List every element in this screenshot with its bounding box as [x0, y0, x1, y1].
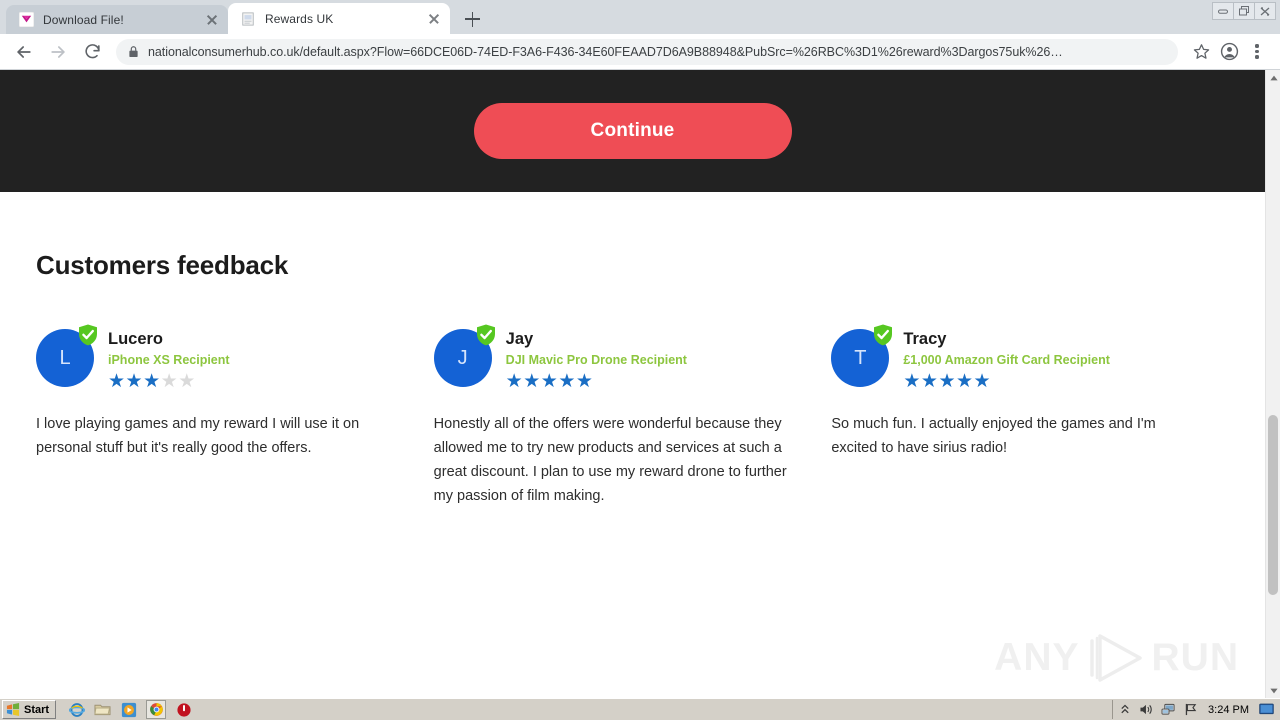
quick-launch-bar [62, 700, 192, 719]
bookmark-star-icon[interactable] [1188, 39, 1214, 65]
window-controls [1212, 2, 1276, 20]
testimonial-card: T Tracy £1,000 Amazon Gift Card Recipien… [831, 324, 1229, 508]
start-label: Start [24, 703, 50, 716]
verified-shield-icon [476, 324, 495, 346]
review-text: I love playing games and my reward I wil… [36, 415, 360, 456]
profile-avatar-icon[interactable] [1216, 39, 1242, 65]
reviewer-name: Lucero [108, 330, 164, 348]
page-viewport: Continue Customers feedback L Lucero iPh… [0, 70, 1280, 698]
reviewer-name: Tracy [903, 330, 947, 348]
page-title: Customers feedback [36, 250, 289, 280]
cta-band: Continue [0, 70, 1265, 192]
scroll-up-arrow-icon[interactable] [1266, 70, 1280, 85]
reload-icon[interactable] [78, 38, 106, 66]
play-triangle-icon [1089, 634, 1142, 682]
back-arrow-icon[interactable] [10, 38, 38, 66]
feedback-section: Customers feedback L Lucero iPhone XS Re… [0, 192, 1265, 508]
testimonial-header: T Tracy £1,000 Amazon Gift Card Recipien… [831, 324, 1187, 391]
windows-flag-icon [6, 703, 20, 716]
shutdown-icon[interactable] [175, 701, 192, 718]
rating-stars: ★★★★★ [505, 370, 594, 392]
magenta-chevron-icon [18, 12, 34, 28]
reviewer-role: £1,000 Amazon Gift Card Recipient [903, 352, 1110, 367]
generic-page-icon [240, 11, 256, 27]
media-player-icon[interactable] [120, 701, 137, 718]
taskbar-clock[interactable]: 3:24 PM [1205, 704, 1252, 716]
internet-explorer-icon[interactable] [68, 701, 85, 718]
system-tray: 3:24 PM [1112, 700, 1278, 719]
forward-arrow-icon[interactable] [44, 38, 72, 66]
rating-stars: ★★★★★ [108, 370, 196, 392]
new-tab-button[interactable] [458, 5, 486, 33]
url-text: nationalconsumerhub.co.uk/default.aspx?F… [148, 44, 1063, 59]
flag-icon[interactable] [1183, 703, 1198, 717]
reviewer-name: Jay [505, 330, 534, 348]
testimonial-header: J Jay DJI Mavic Pro Drone Recipient ★★★★… [433, 324, 790, 391]
padlock-icon [128, 45, 139, 58]
start-button[interactable]: Start [2, 700, 57, 719]
watermark-text-right: RUN [1151, 636, 1239, 679]
avatar: L [36, 324, 97, 387]
browser-toolbar: nationalconsumerhub.co.uk/default.aspx?F… [0, 34, 1280, 70]
tab-title: Rewards UK [265, 11, 334, 26]
testimonial-meta: Lucero iPhone XS Recipient ★★★★★ [108, 329, 230, 391]
volume-icon[interactable] [1139, 703, 1154, 717]
page-content: Continue Customers feedback L Lucero iPh… [0, 70, 1265, 698]
chrome-icon[interactable] [146, 700, 167, 719]
show-desktop-icon[interactable] [1259, 703, 1274, 717]
avatar: J [433, 324, 495, 387]
restore-button[interactable] [1233, 2, 1255, 20]
scroll-down-arrow-icon[interactable] [1266, 683, 1280, 698]
watermark-text-left: ANY [994, 636, 1080, 679]
tab-strip: Download File! Rewards UK [0, 0, 1280, 34]
network-icon[interactable] [1161, 703, 1176, 717]
testimonial-meta: Tracy £1,000 Amazon Gift Card Recipient … [903, 329, 1110, 391]
page-scrollbar[interactable] [1265, 70, 1280, 698]
close-icon[interactable] [426, 11, 442, 27]
scrollbar-track[interactable] [1266, 85, 1280, 683]
address-bar[interactable]: nationalconsumerhub.co.uk/default.aspx?F… [116, 38, 1178, 65]
reviewer-role: DJI Mavic Pro Drone Recipient [505, 352, 687, 367]
verified-shield-icon [79, 324, 97, 346]
reviewer-role: iPhone XS Recipient [108, 352, 230, 367]
review-text: So much fun. I actually enjoyed the game… [831, 415, 1156, 456]
avatar: T [831, 324, 893, 387]
review-text: Honestly all of the offers were wonderfu… [433, 415, 787, 504]
minimize-button[interactable] [1212, 2, 1234, 20]
continue-button[interactable]: Continue [473, 103, 792, 159]
browser-tab-rewards-uk[interactable]: Rewards UK [228, 3, 450, 34]
testimonial-card: J Jay DJI Mavic Pro Drone Recipient ★★★★… [433, 324, 832, 508]
testimonial-header: L Lucero iPhone XS Recipient ★★★★★ [36, 324, 392, 391]
testimonial-list: L Lucero iPhone XS Recipient ★★★★★ I lov… [36, 324, 1229, 508]
windows-taskbar: Start 3:24 PM [0, 698, 1280, 720]
anyrun-watermark: ANY RUN [994, 632, 1239, 684]
close-button[interactable] [1254, 2, 1276, 20]
browser-tab-download-file[interactable]: Download File! [6, 5, 228, 34]
verified-shield-icon [874, 324, 893, 346]
folder-icon[interactable] [94, 701, 111, 718]
testimonial-card: L Lucero iPhone XS Recipient ★★★★★ I lov… [36, 324, 434, 508]
chrome-menu-icon[interactable] [1244, 39, 1270, 65]
close-icon[interactable] [204, 12, 220, 28]
rating-stars: ★★★★★ [903, 370, 992, 392]
testimonial-meta: Jay DJI Mavic Pro Drone Recipient ★★★★★ [506, 329, 687, 391]
scrollbar-thumb[interactable] [1268, 415, 1278, 595]
show-hidden-icons-icon[interactable] [1117, 703, 1132, 717]
tab-title: Download File! [43, 12, 124, 27]
browser-window: Download File! Rewards UK nationalconsum… [0, 0, 1280, 698]
